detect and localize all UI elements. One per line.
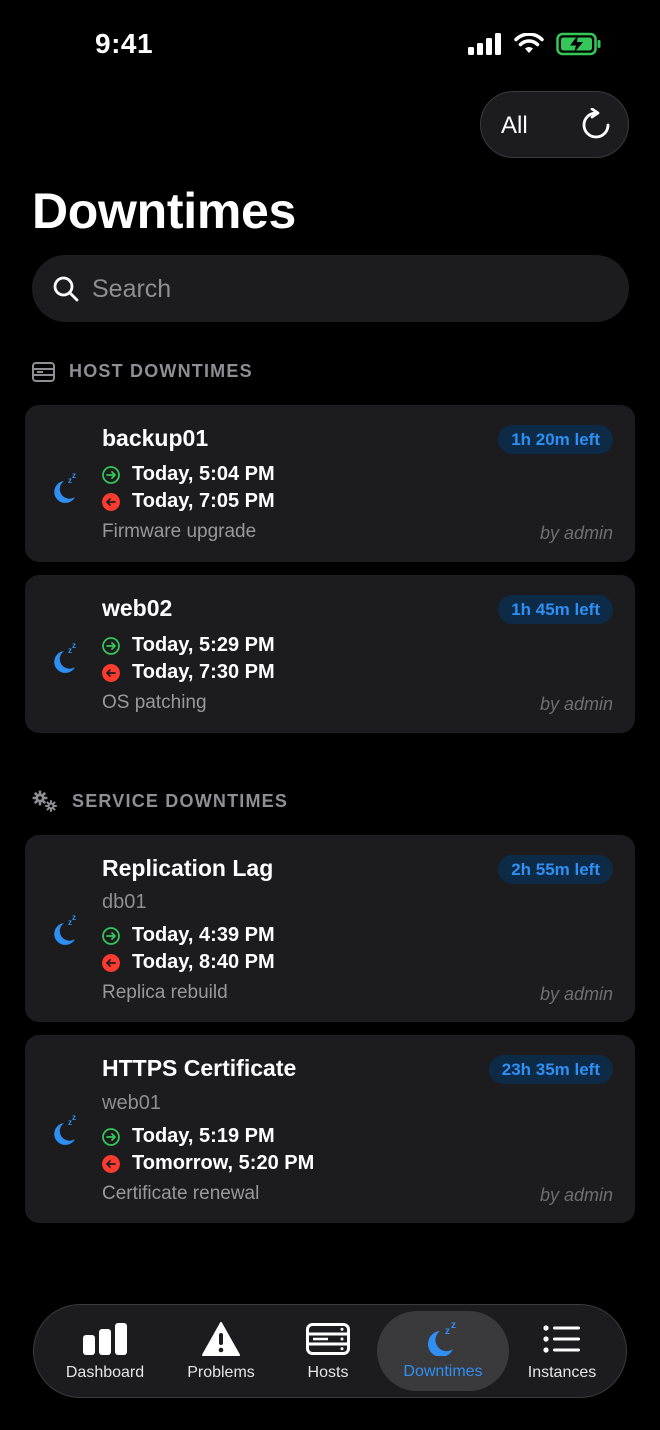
server-icon [306,1323,350,1355]
tab-hosts[interactable]: Hosts [278,1305,378,1399]
tab-label: Problems [187,1364,255,1381]
time-left-badge: 1h 45m left [498,595,613,624]
start-time-row: Today, 4:39 PM [102,924,275,947]
wifi-icon [514,33,544,53]
start-time: Today, 5:04 PM [132,463,275,485]
status-time: 9:41 [95,28,154,59]
card-author: by admin [539,523,613,543]
search-bar[interactable] [32,255,629,322]
time-left-badge: 23h 35m left [488,1055,613,1084]
moon-sleep-icon: z z [428,1320,456,1356]
card-host: web01 [102,1092,161,1114]
start-time-row: Today, 5:04 PM [102,463,275,486]
card-title: Replication Lag [102,855,274,881]
tab-label: Downtimes [403,1363,483,1380]
status-icons [468,32,602,56]
start-arrow-icon [102,636,120,655]
start-time: Today, 5:19 PM [132,1125,275,1147]
end-time: Today, 8:40 PM [132,951,275,973]
start-arrow-icon [102,1127,120,1146]
end-time: Tomorrow, 5:20 PM [132,1152,315,1174]
tab-label: Instances [527,1364,597,1381]
end-time: Today, 7:05 PM [132,490,275,512]
svg-text:z: z [72,471,76,480]
card-title: HTTPS Certificate [102,1055,297,1081]
svg-text:z: z [72,641,76,650]
svg-text:z: z [72,913,76,922]
cellular-signal-icon [468,33,501,55]
downtime-card[interactable]: z z Replication Lag 2h 55m left db01 Tod… [25,835,635,1022]
filter-pill[interactable]: All [480,91,629,158]
gears-icon [32,790,57,812]
section-title: SERVICE DOWNTIMES [72,790,289,811]
service-downtimes-header: SERVICE DOWNTIMES [32,790,288,812]
end-time: Today, 7:30 PM [132,661,275,683]
svg-text:z: z [72,1113,76,1122]
search-icon [53,276,79,302]
svg-text:z: z [451,1320,456,1331]
refresh-icon[interactable] [579,108,613,142]
moon-sleep-icon: z z [54,913,76,945]
time-left-badge: 1h 20m left [498,425,613,454]
status-bar: 9:41 [0,0,660,90]
list-icon [543,1325,580,1353]
svg-text:z: z [445,1326,450,1337]
battery-charging-icon [556,32,601,56]
warning-icon [202,1322,240,1356]
card-host: db01 [102,891,147,913]
tab-instances[interactable]: Instances [509,1305,615,1399]
server-list-icon [32,361,55,382]
card-description: Certificate renewal [102,1183,260,1204]
tab-label: Hosts [307,1364,349,1381]
start-time-row: Today, 5:29 PM [102,634,275,657]
card-author: by admin [539,984,613,1004]
start-time-row: Today, 5:19 PM [102,1125,275,1148]
tab-problems[interactable]: Problems [164,1305,278,1399]
end-arrow-icon [102,1154,120,1173]
end-arrow-icon [102,953,120,972]
end-time-row: Today, 7:30 PM [102,661,275,684]
start-time: Today, 5:29 PM [132,634,275,656]
page-title: Downtimes [32,183,296,239]
downtime-card[interactable]: z z HTTPS Certificate 23h 35m left web01… [25,1035,635,1223]
card-author: by admin [539,1185,613,1205]
card-description: OS patching [102,692,207,713]
card-description: Firmware upgrade [102,521,257,542]
time-left-badge: 2h 55m left [498,855,613,884]
tab-dashboard[interactable]: Dashboard [46,1305,164,1399]
card-title: web02 [102,595,173,621]
tab-label: Dashboard [65,1364,145,1381]
moon-sleep-icon: z z [54,1113,76,1145]
downtime-card[interactable]: z z web02 1h 45m left Today, 5:29 PM Tod… [25,575,635,733]
bar-chart-icon [83,1323,127,1355]
host-downtimes-header: HOST DOWNTIMES [32,361,253,382]
start-arrow-icon [102,926,120,945]
start-time: Today, 4:39 PM [132,924,275,946]
end-arrow-icon [102,492,120,511]
moon-sleep-icon: z z [54,641,76,673]
tab-downtimes[interactable]: z z Downtimes [377,1311,509,1391]
tab-bar: Dashboard Problems Hosts z z Downtimes I… [33,1304,627,1398]
end-arrow-icon [102,663,120,682]
start-arrow-icon [102,465,120,484]
filter-all-button[interactable]: All [501,112,528,140]
end-time-row: Today, 7:05 PM [102,490,275,513]
card-author: by admin [539,694,613,714]
card-description: Replica rebuild [102,982,228,1003]
section-title: HOST DOWNTIMES [69,361,253,381]
search-input[interactable] [92,273,592,305]
card-title: backup01 [102,425,209,451]
downtime-card[interactable]: z z backup01 1h 20m left Today, 5:04 PM … [25,405,635,562]
end-time-row: Today, 8:40 PM [102,951,275,974]
end-time-row: Tomorrow, 5:20 PM [102,1152,314,1175]
moon-sleep-icon: z z [54,471,76,503]
